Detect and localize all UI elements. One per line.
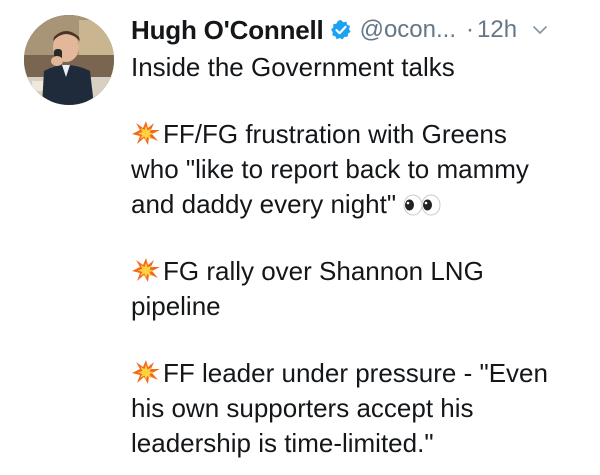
tweet-line-text: FG rally over Shannon LNG — [163, 256, 484, 286]
tweet-line-text: FF leader under pressure - "Even — [163, 358, 548, 388]
tweet-line-text: and daddy every night" — [131, 189, 397, 219]
tweet-line: and daddy every night" — [131, 187, 591, 222]
tweet-line-text: FF/FG frustration with Greens — [163, 119, 507, 149]
eyes-emoji-icon — [402, 190, 442, 216]
tweet-line: leadership is time-limited." — [131, 428, 434, 458]
collision-emoji-icon — [131, 257, 161, 283]
tweet-line: who "like to report back to mammy — [131, 154, 529, 184]
verified-badge-icon — [330, 19, 352, 41]
tweet[interactable]: Hugh O'Connell @ocon... · 12h Inside the… — [0, 0, 600, 475]
tweet-line: FG rally over Shannon LNG — [131, 254, 591, 289]
collision-emoji-icon — [131, 120, 161, 146]
tweet-line: his own supporters accept his — [131, 393, 474, 423]
collision-emoji-icon — [131, 359, 161, 385]
user-handle[interactable]: @ocon... — [360, 16, 456, 44]
tweet-header: Hugh O'Connell @ocon... · 12h — [131, 12, 591, 48]
tweet-text: Inside the Government talks FF/FG frustr… — [131, 50, 591, 461]
avatar[interactable] — [24, 15, 114, 105]
tweet-line: pipeline — [131, 291, 221, 321]
tweet-line: FF leader under pressure - "Even — [131, 356, 591, 391]
profile-photo-icon — [24, 15, 114, 105]
tweet-line: Inside the Government talks — [131, 52, 455, 82]
chevron-down-icon[interactable] — [531, 21, 549, 39]
display-name[interactable]: Hugh O'Connell — [131, 15, 324, 46]
tweet-content: Hugh O'Connell @ocon... · 12h Inside the… — [131, 12, 591, 461]
separator-dot: · — [466, 16, 475, 43]
tweet-line: FF/FG frustration with Greens — [131, 117, 591, 152]
timestamp[interactable]: 12h — [477, 16, 517, 44]
